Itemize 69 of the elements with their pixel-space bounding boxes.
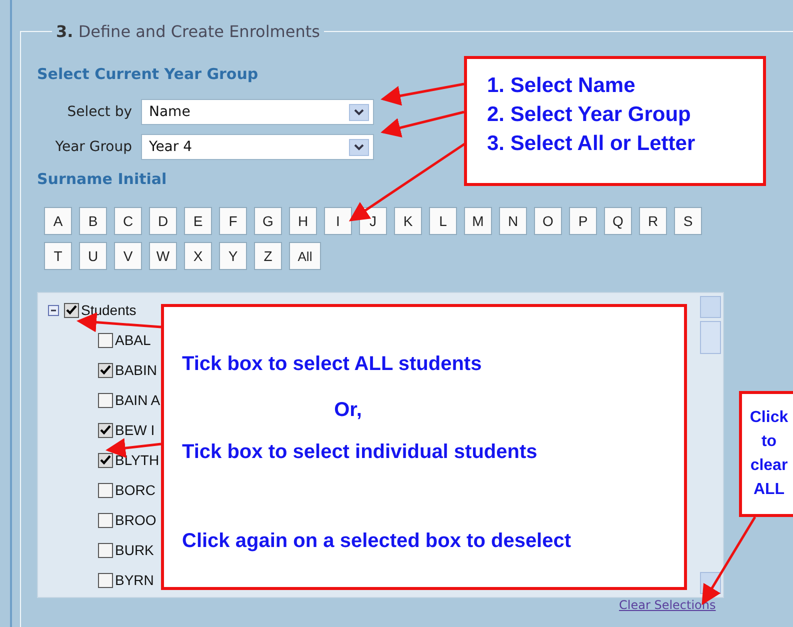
letter-button[interactable]: W: [149, 242, 177, 270]
section-title: 3. Define and Create Enrolments: [55, 22, 321, 41]
field-label: Select by: [66, 104, 132, 120]
student-name: BLYTH: [115, 452, 160, 468]
chevron-down-icon: [354, 108, 364, 116]
letter-button[interactable]: N: [499, 207, 527, 235]
student-name: BYRN: [115, 572, 154, 588]
letter-button[interactable]: K: [394, 207, 422, 235]
letter-button[interactable]: P: [569, 207, 597, 235]
callout-text: 3. Select All or Letter: [487, 131, 696, 157]
tree-label: Students: [81, 302, 136, 318]
dropdown[interactable]: Name: [141, 99, 374, 125]
letter-button[interactable]: O: [534, 207, 562, 235]
letter-button[interactable]: R: [639, 207, 667, 235]
student-name: BORC: [115, 482, 156, 498]
student-name: BEW I: [115, 422, 155, 438]
letter-button[interactable]: F: [219, 207, 247, 235]
checkbox[interactable]: [98, 362, 113, 378]
student-name: BROO: [115, 512, 156, 528]
letter-button[interactable]: V: [114, 242, 142, 270]
letter-button[interactable]: A: [44, 207, 72, 235]
callout-text: Click: [748, 408, 790, 428]
letter-button[interactable]: B: [79, 207, 107, 235]
section-heading: Select Current Year Group: [37, 65, 258, 83]
callout-text: clear: [749, 456, 789, 476]
letter-button[interactable]: G: [254, 207, 282, 235]
letter-button[interactable]: All: [289, 242, 321, 270]
letter-button[interactable]: Q: [604, 207, 632, 235]
section-heading: Surname Initial: [37, 170, 167, 188]
collapse-icon[interactable]: [48, 304, 59, 316]
callout-text: Tick box to select individual students: [182, 440, 538, 464]
letter-button[interactable]: L: [429, 207, 457, 235]
scroll-thumb[interactable]: [700, 321, 721, 354]
student-name: BURK: [115, 542, 154, 558]
callout-text: 2. Select Year Group: [487, 102, 692, 128]
callout-text: ALL: [752, 480, 786, 500]
callout-text: Or,: [333, 398, 363, 422]
checkbox[interactable]: [98, 572, 113, 588]
callout-text: 1. Select Name: [487, 73, 636, 99]
letter-button[interactable]: Y: [219, 242, 247, 270]
checkbox[interactable]: [98, 332, 113, 348]
checkbox[interactable]: [98, 512, 113, 528]
letter-button[interactable]: M: [464, 207, 492, 235]
student-name: BAIN A: [115, 392, 160, 408]
letter-button[interactable]: D: [149, 207, 177, 235]
checkbox[interactable]: [98, 392, 113, 408]
checkbox[interactable]: [98, 542, 113, 558]
letter-button[interactable]: T: [44, 242, 72, 270]
letter-button[interactable]: U: [79, 242, 107, 270]
letter-button[interactable]: E: [184, 207, 212, 235]
checkbox[interactable]: [64, 302, 79, 318]
student-name: BABIN: [115, 362, 158, 378]
letter-button[interactable]: I: [324, 207, 352, 235]
student-name: ABAL: [115, 332, 151, 348]
callout-text: Click again on a selected box to deselect: [182, 529, 572, 553]
clear-selections-link[interactable]: Clear Selections: [619, 598, 716, 612]
checkbox[interactable]: [98, 422, 113, 438]
callout-text: to: [760, 432, 778, 452]
letter-button[interactable]: X: [184, 242, 212, 270]
field-label: Year Group: [54, 139, 132, 155]
letter-button[interactable]: C: [114, 207, 142, 235]
checkbox[interactable]: [98, 452, 113, 468]
checkbox[interactable]: [98, 482, 113, 498]
letter-button[interactable]: S: [674, 207, 702, 235]
letter-button[interactable]: Z: [254, 242, 282, 270]
chevron-down-icon: [354, 144, 364, 150]
letter-button[interactable]: H: [289, 207, 317, 235]
callout-text: Tick box to select ALL students: [182, 352, 483, 376]
dropdown[interactable]: Year 4: [141, 134, 374, 160]
